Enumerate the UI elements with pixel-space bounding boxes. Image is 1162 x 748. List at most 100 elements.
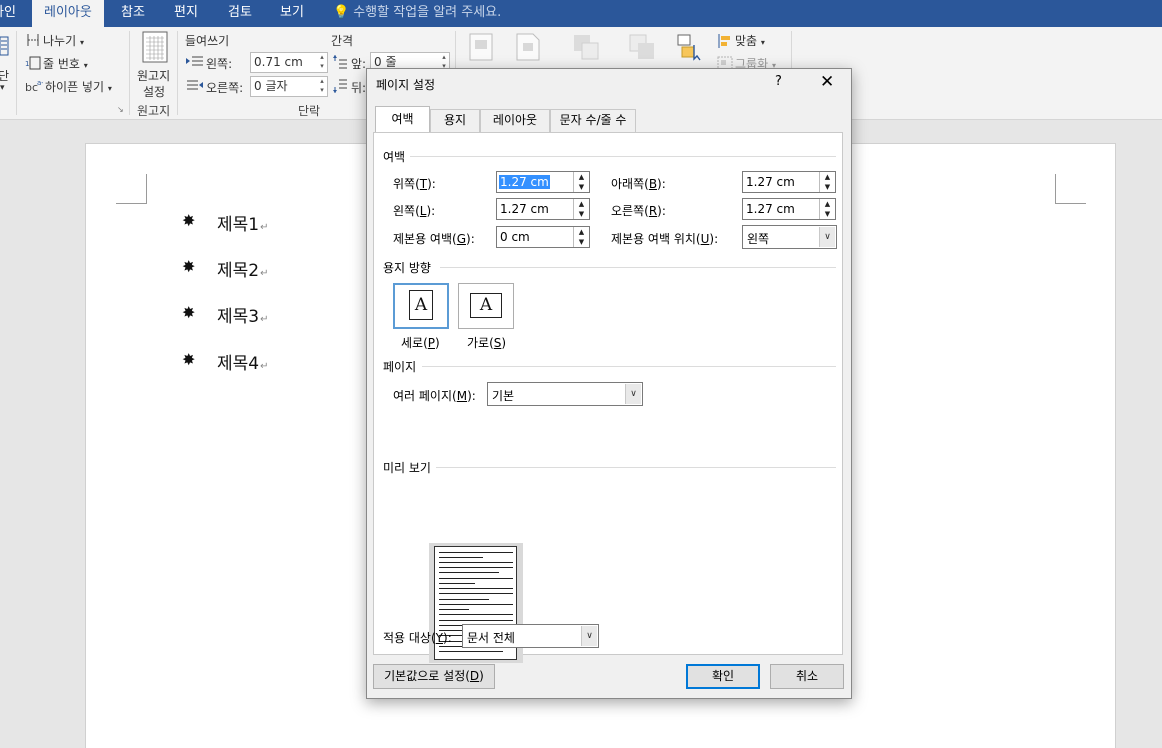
gutter-input[interactable]: 0 cm ▲ ▼ [496, 226, 590, 248]
spin-down-icon[interactable]: ▼ [820, 209, 835, 219]
breaks-label: 나누기 [43, 34, 77, 48]
position-icon[interactable] [469, 33, 493, 61]
align-label: 맞춤 [735, 34, 758, 48]
cancel-button[interactable]: 취소 [770, 664, 844, 689]
landscape-icon: A [470, 293, 502, 318]
page-setup-launcher-icon[interactable]: ↘ [117, 105, 124, 114]
set-default-button[interactable]: 기본값으로 설정(D) [373, 664, 495, 689]
align-button[interactable]: 맞춤 ▾ [735, 32, 765, 49]
spin-up-icon[interactable]: ▲ [574, 199, 589, 209]
right-margin-input[interactable]: 1.27 cm ▲ ▼ [742, 198, 836, 220]
indent-left-label: 왼쪽: [206, 57, 233, 71]
spinner[interactable]: ▲ ▼ [819, 172, 835, 192]
spin-up-icon[interactable]: ▲ [574, 227, 589, 237]
manuscript-icon[interactable] [142, 31, 168, 63]
columns-icon[interactable] [0, 35, 10, 57]
spin-down-icon[interactable]: ▼ [820, 182, 835, 192]
top-margin-value: 1.27 cm [499, 175, 550, 189]
manuscript-label-2[interactable]: 설정 [143, 83, 165, 100]
indent-right-icon [187, 80, 203, 90]
bring-forward-icon[interactable] [572, 33, 600, 61]
gutter-position-select[interactable]: 왼쪽 ∨ [742, 225, 837, 249]
selection-pane-icon[interactable] [676, 33, 704, 61]
multiple-pages-select[interactable]: 기본 ∨ [487, 382, 643, 406]
left-margin-input[interactable]: 1.27 cm ▲ ▼ [496, 198, 590, 220]
spacing-before-label: 앞: [351, 57, 367, 71]
gutter-value: 0 cm [500, 230, 530, 244]
spinner[interactable]: ▲ ▼ [573, 227, 589, 247]
gutter-label: 제본용 여백(G): [393, 232, 475, 246]
tab-design[interactable]: 파인 [0, 0, 16, 27]
close-icon[interactable]: ✕ [820, 72, 834, 92]
section-divider [410, 156, 836, 157]
manuscript-label-1[interactable]: 원고지 [137, 67, 170, 84]
indent-right-label: 오른쪽: [206, 81, 244, 95]
tab-paper[interactable]: 용지 [430, 109, 480, 132]
chevron-down-icon: ▾ [79, 38, 84, 47]
help-button[interactable]: ? [775, 74, 782, 89]
dialog-title: 페이지 설정 [376, 78, 436, 92]
indent-right-input[interactable]: 0 글자 ▴ ▾ [250, 76, 328, 97]
send-backward-icon[interactable] [628, 33, 656, 61]
heading-2[interactable]: 제목2↵ [217, 256, 269, 281]
left-margin-value: 1.27 cm [500, 202, 549, 216]
chevron-down-icon[interactable]: ∨ [819, 227, 835, 247]
spin-up-icon[interactable]: ▲ [820, 172, 835, 182]
bottom-margin-label: 아래쪽(B): [611, 177, 666, 191]
breaks-icon [27, 34, 39, 46]
paragraph-mark-icon: ↵ [260, 268, 269, 279]
spin-down-icon[interactable]: ▼ [574, 209, 589, 219]
tab-margins[interactable]: 여백 [375, 106, 430, 133]
hyphenation-button[interactable]: 하이픈 넣기 ▾ [45, 78, 112, 95]
chevron-down-icon[interactable]: ∨ [625, 384, 641, 404]
tell-me-text: 수행할 작업을 알려 주세요. [353, 5, 502, 20]
tab-mailings[interactable]: 편지 [174, 0, 198, 27]
chevron-down-icon: ▾ [83, 61, 88, 70]
spin-down-icon[interactable]: ▼ [574, 182, 589, 192]
spinner[interactable]: ▲ ▼ [819, 199, 835, 219]
spin-down-icon[interactable]: ▼ [574, 237, 589, 247]
line-numbers-button[interactable]: 줄 번호 ▾ [43, 55, 88, 72]
columns-dropdown-icon[interactable]: ▾ [0, 83, 5, 93]
multiple-pages-value: 기본 [492, 389, 515, 403]
right-margin-value: 1.27 cm [746, 202, 795, 216]
heading-text: 제목1 [217, 215, 260, 235]
heading-4[interactable]: 제목4↵ [217, 349, 269, 374]
tab-layout[interactable]: 레이아웃 [480, 109, 550, 132]
heading-1[interactable]: 제목1↵ [217, 210, 269, 235]
breaks-button[interactable]: 나누기 ▾ [43, 32, 84, 49]
hyphenation-label: 하이픈 넣기 [45, 80, 105, 94]
chevron-down-icon[interactable]: ∨ [581, 626, 597, 646]
heading-3[interactable]: 제목3↵ [217, 302, 269, 327]
divider [16, 31, 17, 115]
indent-left-input[interactable]: 0.71 cm ▴ ▾ [250, 52, 328, 73]
spacing-after-icon [333, 79, 347, 93]
tell-me-box[interactable]: 💡 수행할 작업을 알려 주세요. [333, 0, 501, 27]
chevron-down-icon: ▾ [107, 84, 112, 93]
tab-view[interactable]: 보기 [280, 0, 304, 27]
spinner-arrows-icon[interactable]: ▴ ▾ [317, 77, 327, 96]
portrait-option[interactable]: A [393, 283, 449, 329]
pages-section-label: 페이지 [383, 358, 421, 375]
tab-layout[interactable]: 레이아웃 [32, 0, 104, 27]
ok-button[interactable]: 확인 [686, 664, 760, 689]
top-margin-input[interactable]: 1.27 cm ▲ ▼ [496, 171, 590, 193]
spinner[interactable]: ▲ ▼ [573, 199, 589, 219]
heading-text: 제목2 [217, 261, 260, 281]
wrap-text-icon[interactable] [516, 33, 540, 61]
spinner-arrows-icon[interactable]: ▴ ▾ [317, 53, 327, 72]
paragraph-mark-icon: ↵ [260, 222, 269, 233]
tab-references[interactable]: 참조 [121, 0, 145, 27]
landscape-option[interactable]: A [458, 283, 514, 329]
spinner[interactable]: ▲ ▼ [573, 172, 589, 192]
spin-up-icon[interactable]: ▲ [574, 172, 589, 182]
svg-text:1: 1 [25, 60, 29, 68]
bottom-margin-input[interactable]: 1.27 cm ▲ ▼ [742, 171, 836, 193]
spin-up-icon[interactable]: ▲ [820, 199, 835, 209]
apply-to-select[interactable]: 문서 전체 ∨ [462, 624, 599, 648]
tab-review[interactable]: 검토 [228, 0, 252, 27]
line-numbers-icon: 1 [25, 56, 41, 70]
tab-chars-lines[interactable]: 문자 수/줄 수 [550, 109, 636, 132]
left-margin-label: 왼쪽(L): [393, 204, 436, 218]
columns-label[interactable]: 단 [0, 67, 9, 84]
